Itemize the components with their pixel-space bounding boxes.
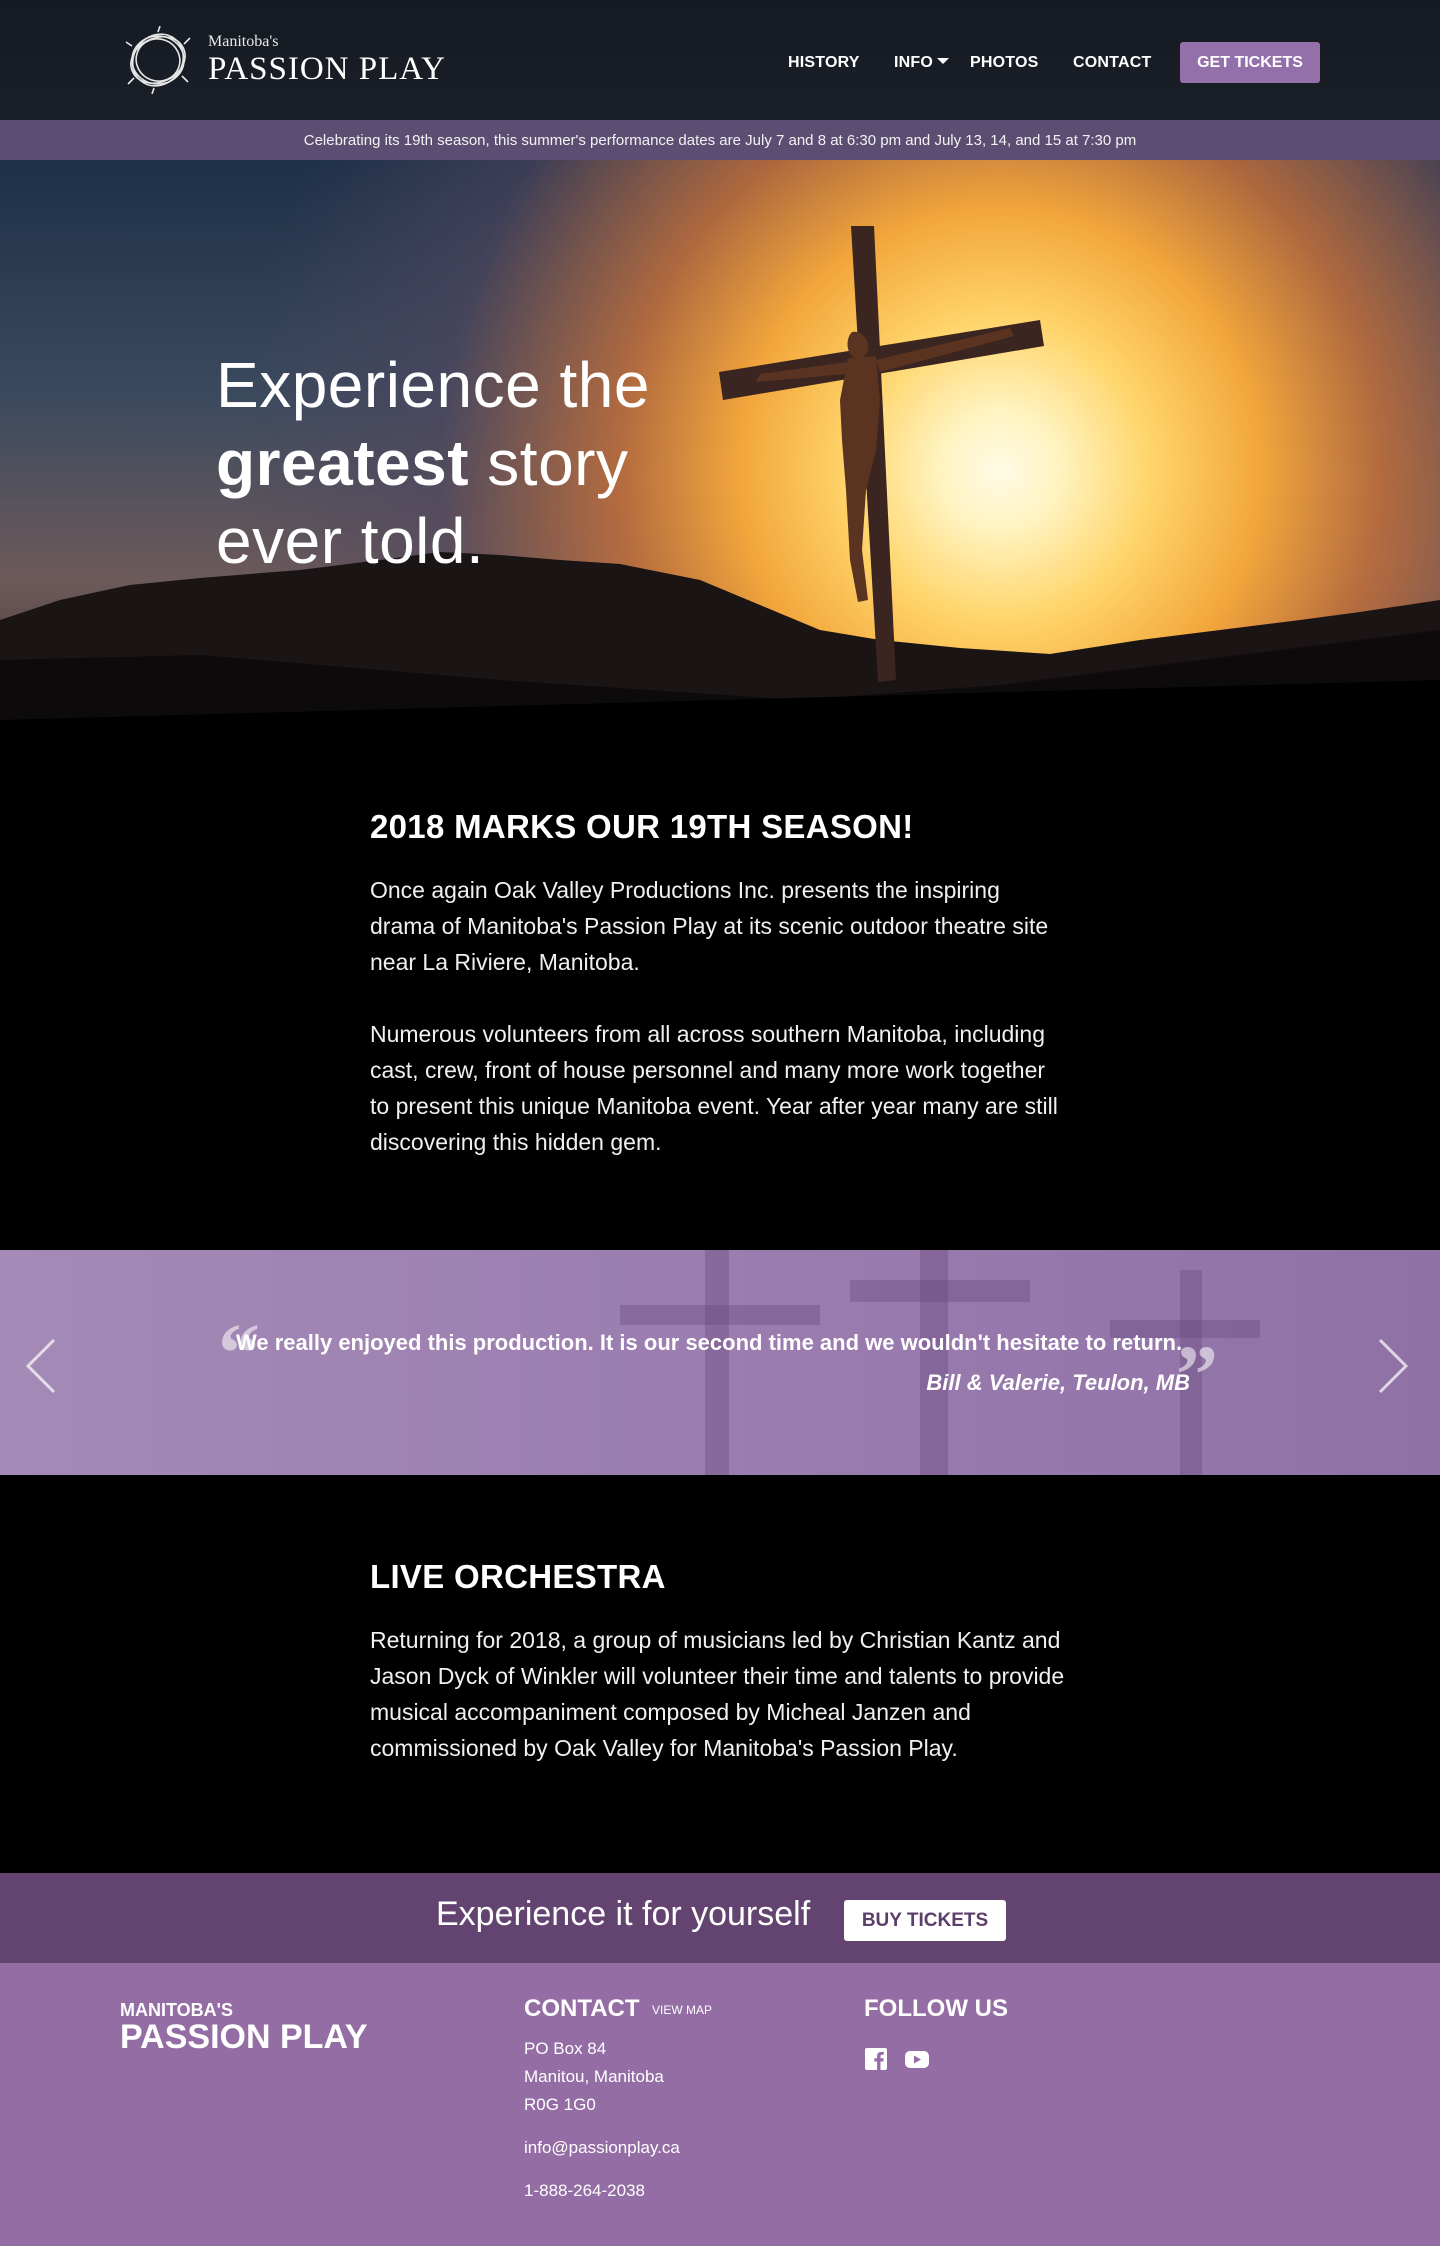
background-cross-bar <box>620 1305 820 1325</box>
view-map-link[interactable]: VIEW MAP <box>652 2003 712 2017</box>
nav-info-label: INFO <box>894 54 934 71</box>
cta-text: Experience it for yourself <box>436 1895 811 1933</box>
nav-info[interactable]: INFO <box>894 54 950 72</box>
orchestra-section: LIVE ORCHESTRA Returning for 2018, a gro… <box>370 1558 1070 1766</box>
testimonial-quote: We really enjoyed this production. It is… <box>236 1330 1183 1355</box>
background-cross <box>705 1250 729 1475</box>
hero-line-3: ever told. <box>216 505 485 577</box>
hero-banner: Experience the greatest story ever told. <box>0 160 1440 760</box>
hero-line-1: Experience the <box>216 349 650 421</box>
season-paragraph-2: Numerous volunteers from all across sout… <box>370 1021 1058 1155</box>
hero-line-2-rest: story <box>469 427 629 499</box>
youtube-icon[interactable] <box>904 2047 930 2071</box>
address-line-2: Manitou, Manitoba <box>524 2067 664 2086</box>
season-title: 2018 MARKS OUR 19TH SEASON! <box>370 808 914 845</box>
footer-follow-title: FOLLOW US <box>864 1995 1008 2022</box>
address-line-1: PO Box 84 <box>524 2039 607 2058</box>
email-link[interactable]: info@passionplay.ca <box>524 2138 680 2158</box>
season-paragraph-1: Once again Oak Valley Productions Inc. p… <box>370 877 1049 975</box>
testimonial-author: Bill & Valerie, Teulon, MB <box>926 1370 1190 1395</box>
announcement-bar: Celebrating its 19th season, this summer… <box>0 120 1440 160</box>
get-tickets-button[interactable]: GET TICKETS <box>1180 42 1320 83</box>
logo-small-text: Manitoba's <box>208 33 279 50</box>
site-footer: MANITOBA'S PASSION PLAY CONTACT VIEW MAP… <box>0 1963 1440 2246</box>
testimonial-carousel: “ ” We really enjoyed this production. I… <box>0 1250 1440 1475</box>
nav-history[interactable]: HISTORY <box>788 54 860 72</box>
nav-contact[interactable]: CONTACT <box>1073 54 1151 72</box>
nav-photos[interactable]: PHOTOS <box>970 54 1038 72</box>
phone-link[interactable]: 1-888-264-2038 <box>524 2181 645 2201</box>
facebook-icon[interactable] <box>864 2047 888 2071</box>
carousel-next-arrow-icon[interactable] <box>1372 1336 1412 1396</box>
orchestra-title: LIVE ORCHESTRA <box>370 1558 666 1595</box>
orchestra-paragraph: Returning for 2018, a group of musicians… <box>370 1627 1065 1761</box>
buy-tickets-button[interactable]: BUY TICKETS <box>844 1900 1006 1941</box>
background-cross-bar <box>850 1280 1030 1302</box>
footer-contact-title: CONTACT <box>524 1995 640 2022</box>
carousel-prev-arrow-icon[interactable] <box>22 1336 62 1396</box>
address-line-3: R0G 1G0 <box>524 2095 596 2114</box>
hero-heading: Experience the greatest story ever told. <box>216 346 650 580</box>
footer-brand-title: PASSION PLAY <box>120 2018 368 2056</box>
caret-down-icon <box>937 57 950 64</box>
cta-bar: Experience it for yourself BUY TICKETS <box>0 1873 1440 1963</box>
site-header: Manitoba's PASSION PLAY HISTORY INFO PHO… <box>0 0 1440 120</box>
hero-line-2-bold: greatest <box>216 427 469 499</box>
season-section: 2018 MARKS OUR 19TH SEASON! Once again O… <box>370 808 1070 1160</box>
